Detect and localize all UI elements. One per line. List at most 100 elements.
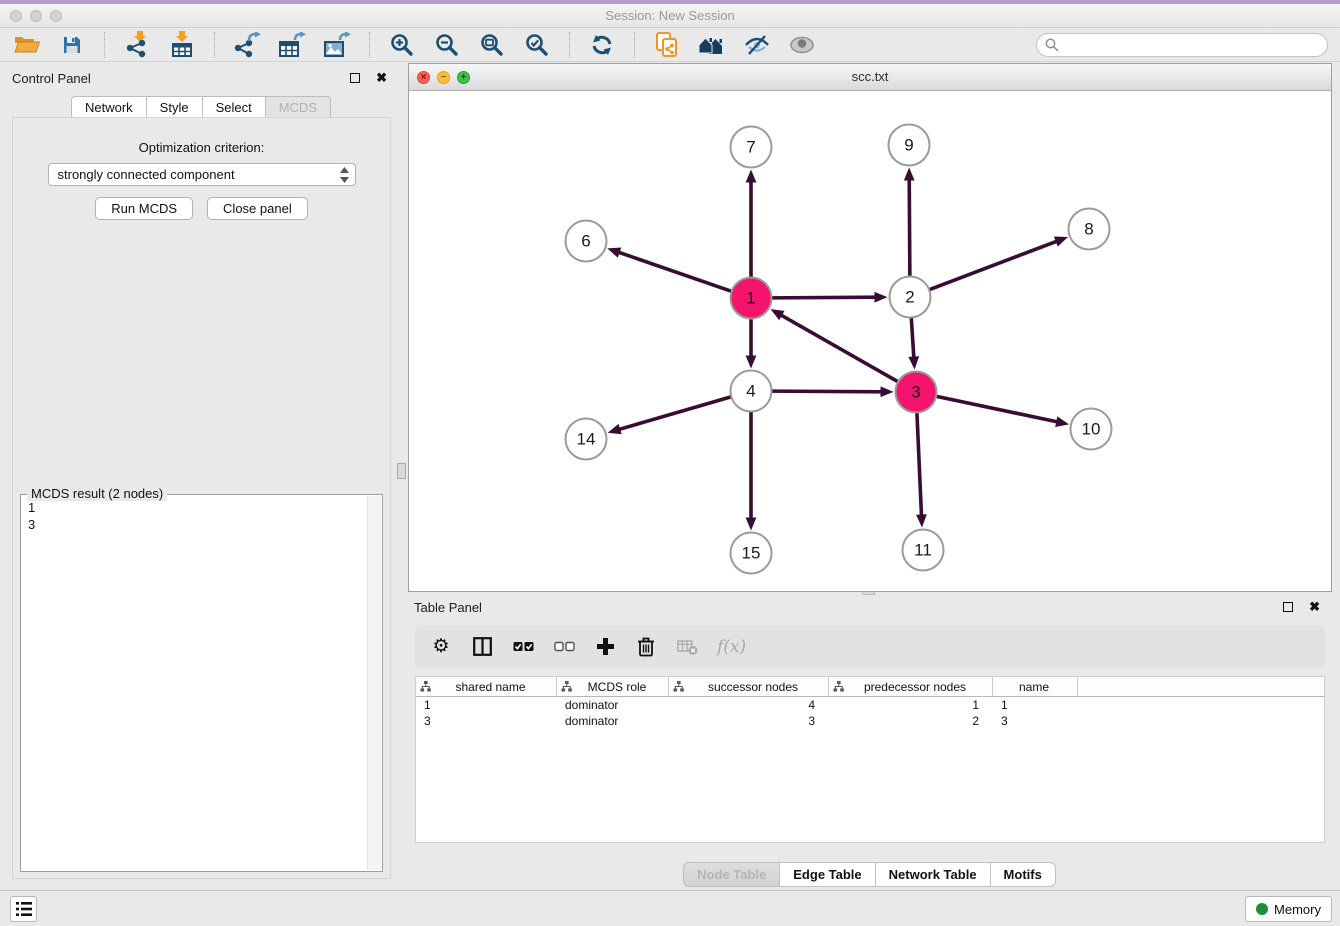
graph-edge-arrowhead — [904, 167, 915, 180]
tab-node-table[interactable]: Node Table — [683, 862, 780, 887]
column-type-icon — [561, 681, 572, 692]
table-cell[interactable]: 2 — [829, 714, 993, 728]
close-panel-icon[interactable]: ✖ — [1309, 601, 1320, 613]
tab-motifs[interactable]: Motifs — [990, 862, 1056, 887]
table-settings-gear-icon[interactable]: ⚙ — [430, 633, 452, 661]
float-panel-icon[interactable] — [1283, 602, 1293, 612]
mcds-result-list: 13 — [21, 496, 367, 871]
tab-mcds[interactable]: MCDS — [265, 96, 331, 119]
add-row-icon[interactable] — [594, 633, 616, 661]
memory-label: Memory — [1274, 902, 1321, 917]
show-panels-eye-icon[interactable] — [787, 31, 817, 59]
tab-style[interactable]: Style — [146, 96, 203, 119]
column-header-predecessor-nodes[interactable]: predecessor nodes — [829, 677, 993, 696]
graph-edge-arrowhead — [880, 386, 893, 397]
result-scrollbar[interactable] — [367, 496, 381, 870]
tab-select[interactable]: Select — [202, 96, 266, 119]
zoom-in-icon[interactable] — [387, 31, 417, 59]
column-header-label: successor nodes — [684, 680, 828, 694]
graph-node-label: 3 — [911, 383, 920, 402]
refresh-icon[interactable] — [587, 31, 617, 59]
tab-edge-table[interactable]: Edge Table — [779, 862, 875, 887]
delete-row-trash-icon[interactable] — [635, 633, 657, 661]
table-cell[interactable]: dominator — [557, 714, 669, 728]
graph-edge-4-3[interactable] — [772, 391, 884, 392]
float-panel-icon[interactable] — [350, 73, 360, 83]
graph-edge-arrowhead — [916, 514, 927, 527]
vertical-splitter-grip[interactable] — [397, 463, 406, 479]
graph-node-label: 11 — [914, 541, 932, 560]
zoom-out-icon[interactable] — [432, 31, 462, 59]
open-session-icon[interactable] — [12, 31, 42, 59]
graph-edge-3-10[interactable] — [937, 396, 1060, 422]
column-header-name[interactable]: name — [993, 677, 1078, 696]
export-network-icon[interactable] — [232, 31, 262, 59]
table-cell[interactable]: 1 — [416, 698, 557, 712]
network-graph-canvas[interactable]: 7968124314101511 — [409, 91, 1331, 591]
search-input[interactable] — [1063, 35, 1327, 55]
close-panel-button[interactable]: Close panel — [207, 197, 308, 220]
graph-edge-arrowhead — [1054, 237, 1068, 247]
graph-edge-4-14[interactable] — [617, 397, 731, 430]
save-session-icon[interactable] — [57, 31, 87, 59]
table-cell[interactable]: 4 — [669, 698, 829, 712]
control-panel-header: Control Panel ✖ — [8, 68, 395, 92]
table-cell[interactable]: 3 — [669, 714, 829, 728]
table-row[interactable]: 3dominator323 — [416, 713, 1324, 729]
criterion-dropdown[interactable]: strongly connected component — [48, 163, 356, 186]
select-all-icon[interactable] — [512, 633, 534, 661]
table-header-row: shared name MCDS role successor nodesprede… — [416, 677, 1324, 697]
graph-edge-2-8[interactable] — [930, 241, 1059, 290]
table-cell[interactable]: 1 — [829, 698, 993, 712]
graph-edge-arrowhead — [608, 424, 622, 434]
task-list-button[interactable] — [10, 896, 37, 922]
table-row[interactable]: 1dominator411 — [416, 697, 1324, 713]
clone-network-icon[interactable] — [652, 31, 682, 59]
column-header-label: MCDS role — [572, 680, 668, 694]
list-icon — [15, 900, 33, 918]
main-toolbar — [0, 28, 1340, 62]
column-type-icon — [833, 681, 844, 692]
memory-status-dot-icon — [1256, 903, 1268, 915]
graph-edge-arrowhead — [746, 356, 757, 369]
deselect-all-icon[interactable] — [553, 633, 575, 661]
run-mcds-button[interactable]: Run MCDS — [95, 197, 193, 220]
close-panel-icon[interactable]: ✖ — [376, 72, 387, 84]
search-icon — [1045, 38, 1059, 52]
zoom-selected-icon[interactable] — [522, 31, 552, 59]
tab-network[interactable]: Network — [71, 96, 147, 119]
column-header-shared-name[interactable]: shared name — [416, 677, 557, 696]
memory-button[interactable]: Memory — [1245, 896, 1332, 922]
zoom-fit-icon[interactable] — [477, 31, 507, 59]
graph-edge-2-9[interactable] — [909, 177, 910, 276]
table-cell[interactable]: dominator — [557, 698, 669, 712]
graph-node-label: 9 — [904, 136, 913, 155]
graph-edge-3-11[interactable] — [917, 413, 922, 518]
graph-edge-3-1[interactable] — [779, 314, 898, 382]
table-cell[interactable]: 1 — [993, 698, 1078, 712]
graph-node-label: 7 — [746, 138, 755, 157]
table-cell[interactable]: 3 — [416, 714, 557, 728]
tab-network-table[interactable]: Network Table — [875, 862, 991, 887]
graph-edge-2-3[interactable] — [911, 318, 914, 360]
graph-edge-1-6[interactable] — [617, 252, 731, 292]
show-columns-icon[interactable] — [471, 633, 493, 661]
search-field[interactable] — [1036, 33, 1328, 57]
column-header-successor-nodes[interactable]: successor nodes — [669, 677, 829, 696]
hide-panels-eye-slash-icon[interactable] — [742, 31, 772, 59]
control-panel-tabs: NetworkStyleSelectMCDS — [8, 96, 395, 119]
optimization-criterion-label: Optimization criterion: — [13, 140, 390, 155]
import-network-icon[interactable] — [122, 31, 152, 59]
import-table-icon[interactable] — [167, 31, 197, 59]
table-cell[interactable]: 3 — [993, 714, 1078, 728]
table-body: 1dominator4113dominator323 — [416, 697, 1324, 729]
graph-node-label: 1 — [746, 289, 755, 308]
column-header-mcds-role[interactable]: MCDS role — [557, 677, 669, 696]
graph-node-label: 10 — [1082, 420, 1101, 439]
export-image-icon[interactable] — [322, 31, 352, 59]
export-table-icon[interactable] — [277, 31, 307, 59]
graph-edge-1-2[interactable] — [772, 297, 878, 298]
home-icon[interactable] — [697, 31, 727, 59]
node-table: shared name MCDS role successor nodesprede… — [415, 676, 1325, 843]
mcds-tab-content: Optimization criterion: strongly connect… — [12, 117, 391, 879]
